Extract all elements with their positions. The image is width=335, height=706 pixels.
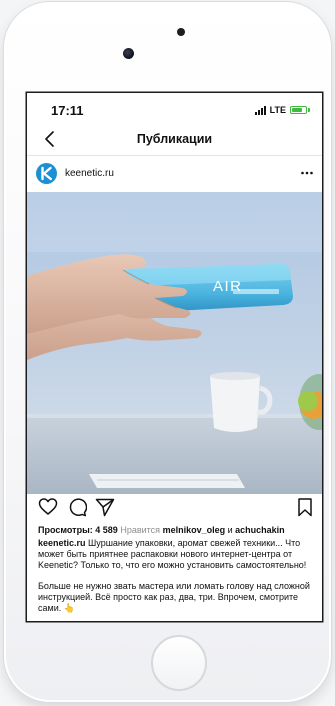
avatar[interactable]	[36, 163, 57, 184]
signal-icon	[254, 105, 266, 115]
views-label: Просмотры:	[38, 525, 93, 535]
post-caption: keenetic.ru Шуршание упаковки, аромат св…	[38, 538, 315, 572]
liker-name[interactable]: melnikov_oleg	[163, 525, 226, 535]
post-username[interactable]: keenetic.ru	[65, 168, 114, 179]
views-line: Просмотры: 4 589 Нравится melnikov_oleg …	[38, 524, 315, 536]
paper-plane-icon[interactable]	[95, 497, 115, 517]
comment-icon[interactable]	[67, 497, 87, 517]
navigation-bar: Публикации	[27, 123, 322, 156]
caption-continued: Больше не нужно звать мастера или ломать…	[38, 580, 310, 614]
battery-icon	[290, 106, 307, 114]
post-actions	[27, 497, 322, 521]
unboxing-photo: AIR	[27, 192, 322, 494]
heart-icon[interactable]	[38, 497, 58, 517]
more-dots-icon[interactable]	[300, 167, 314, 179]
home-button[interactable]	[151, 635, 207, 691]
battery-tip	[308, 108, 310, 112]
views-count: 4 589	[95, 525, 118, 535]
post-caption-area: Просмотры: 4 589 Нравится melnikov_oleg …	[38, 524, 315, 614]
page-title: Публикации	[136, 132, 213, 146]
post-photo[interactable]: AIR	[27, 192, 322, 494]
front-camera	[123, 48, 134, 59]
likes-prefix: Нравится	[120, 525, 161, 535]
bookmark-icon[interactable]	[295, 497, 315, 517]
likes-and: и	[227, 525, 233, 535]
caption-author[interactable]: keenetic.ru	[38, 538, 86, 548]
post-header: keenetic.ru	[27, 156, 322, 192]
status-indicators: LTE	[254, 104, 310, 116]
carrier-label: LTE	[269, 105, 286, 115]
status-bar: 17:11 LTE	[27, 93, 322, 123]
app-screen: 17:11 LTE Публикации keenetic.ru AIR Про…	[27, 93, 322, 621]
earpiece-speaker	[177, 28, 185, 36]
liker-name[interactable]: achuchakin	[235, 525, 285, 535]
status-time: 17:11	[51, 103, 84, 118]
keenetic-logo	[41, 166, 52, 181]
